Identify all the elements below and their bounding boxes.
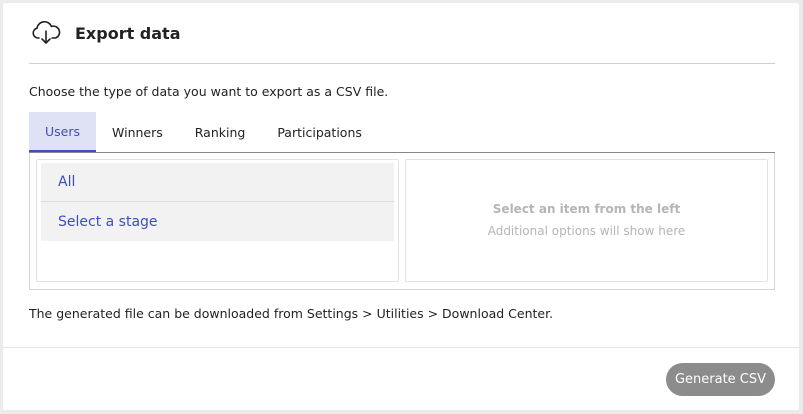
options-list: All Select a stage (36, 159, 399, 282)
export-type-tabs: Users Winners Ranking Participations (29, 112, 775, 153)
tab-participations[interactable]: Participations (261, 112, 378, 152)
export-dialog: Export data Choose the type of data you … (3, 3, 799, 410)
download-location-note: The generated file can be downloaded fro… (29, 306, 554, 321)
dialog-description: Choose the type of data you want to expo… (29, 84, 389, 99)
tab-users[interactable]: Users (29, 112, 97, 152)
details-pane: Select an item from the left Additional … (405, 159, 768, 282)
cloud-download-icon (31, 18, 61, 48)
details-hint-subtitle: Additional options will show here (487, 224, 686, 238)
dialog-header: Export data (29, 3, 775, 64)
dialog-title: Export data (75, 23, 181, 43)
tab-panel: All Select a stage Select an item from t… (29, 153, 775, 290)
footer-divider (3, 347, 799, 348)
tab-winners[interactable]: Winners (96, 112, 179, 152)
option-all[interactable]: All (41, 163, 394, 202)
option-select-stage[interactable]: Select a stage (41, 202, 394, 241)
tab-ranking[interactable]: Ranking (179, 112, 262, 152)
generate-csv-button[interactable]: Generate CSV (666, 363, 775, 396)
details-hint-title: Select an item from the left (492, 202, 681, 216)
